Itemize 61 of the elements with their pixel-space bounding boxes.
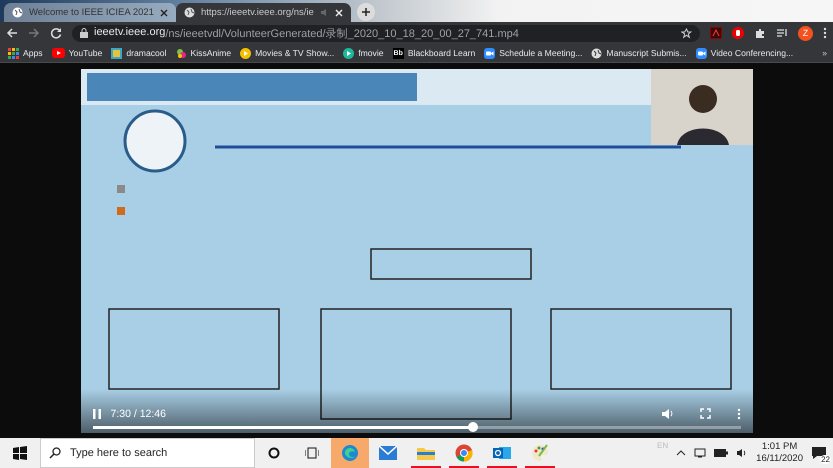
windows-start-icon[interactable] <box>13 446 27 460</box>
globe-icon <box>591 48 602 58</box>
outlook-icon[interactable] <box>493 445 511 461</box>
running-indicator <box>487 466 517 468</box>
extensions-icon[interactable] <box>754 27 766 39</box>
bookmark-link[interactable]: Manuscript Submis... <box>591 48 687 58</box>
chrome-icon[interactable] <box>455 444 473 462</box>
reload-icon[interactable] <box>50 27 62 39</box>
chevron-up-icon[interactable] <box>676 450 686 456</box>
bookmark-link[interactable]: dramacool <box>111 48 166 58</box>
network-icon[interactable] <box>694 448 706 458</box>
menu-icon[interactable] <box>823 27 827 39</box>
plus-icon <box>360 7 371 17</box>
video-camera-icon <box>484 48 496 58</box>
address-bar[interactable]: ieeetv.ieee.org/ns/ieeetvdl/VolunteerGenerated/录制_2020_10_18_20_00_27_741.mp4 <box>72 24 700 42</box>
task-view-icon[interactable] <box>305 447 319 459</box>
more-options-icon[interactable] <box>736 408 740 420</box>
palette-icon[interactable] <box>531 444 549 462</box>
mail-icon[interactable] <box>379 446 397 460</box>
video-camera-icon <box>696 48 707 58</box>
new-tab-button[interactable] <box>356 3 375 21</box>
play-icon <box>240 48 252 58</box>
browser-tab[interactable]: https://ieeetv.ieee.org/ns/ie <box>176 3 351 22</box>
clock-date[interactable]: 16/11/2020 <box>756 453 803 465</box>
play-icon <box>343 48 354 58</box>
bookmark-link[interactable]: Video Conferencing... <box>696 48 794 58</box>
clock-time[interactable]: 1:01 PM <box>762 441 798 453</box>
battery-icon[interactable] <box>714 449 728 457</box>
globe-icon <box>184 7 195 18</box>
running-indicator <box>449 466 479 468</box>
bookmark-link[interactable]: Apps <box>8 48 43 58</box>
close-icon[interactable] <box>160 8 168 16</box>
running-indicator <box>525 466 555 468</box>
flower-icon <box>176 48 186 58</box>
pause-button[interactable] <box>92 408 100 418</box>
globe-icon <box>12 7 23 18</box>
folder-icon[interactable] <box>417 446 435 460</box>
cortana-circle-icon[interactable] <box>268 447 280 459</box>
star-icon[interactable] <box>681 28 692 38</box>
browser-tab[interactable]: Welcome to IEEE ICIEA 2021 <box>4 3 176 22</box>
square-icon <box>111 48 122 58</box>
video-time: 7:30 / 12:46 <box>110 408 166 420</box>
forward-icon[interactable] <box>28 27 40 39</box>
fullscreen-icon[interactable] <box>700 408 710 419</box>
more-bookmarks-button[interactable]: » <box>822 48 827 58</box>
lock-icon <box>80 28 88 38</box>
back-icon[interactable] <box>6 27 18 39</box>
url-text: ieeetv.ieee.org/ns/ieeetvdl/VolunteerGenerated/录制_2020_10_18_20_00_27_741.mp4 <box>94 26 519 40</box>
bookmark-link[interactable]: Movies & TV Show... <box>240 48 334 58</box>
notification-count: 22 <box>820 455 831 464</box>
apps-grid-icon <box>8 48 19 58</box>
bookmark-link[interactable]: Schedule a Meeting... <box>484 48 582 58</box>
running-indicator <box>411 466 441 468</box>
bookmark-link[interactable]: KissAnime <box>176 48 232 58</box>
play-icon <box>52 48 65 58</box>
speaker-icon <box>320 8 329 17</box>
pdf-icon[interactable] <box>710 27 722 39</box>
media-control-icon[interactable] <box>776 27 788 39</box>
taskbar-search-field[interactable]: Type here to search <box>40 438 255 468</box>
bookmark-link[interactable]: fmovie <box>343 48 384 58</box>
bookmark-link[interactable]: YouTube <box>52 48 102 58</box>
